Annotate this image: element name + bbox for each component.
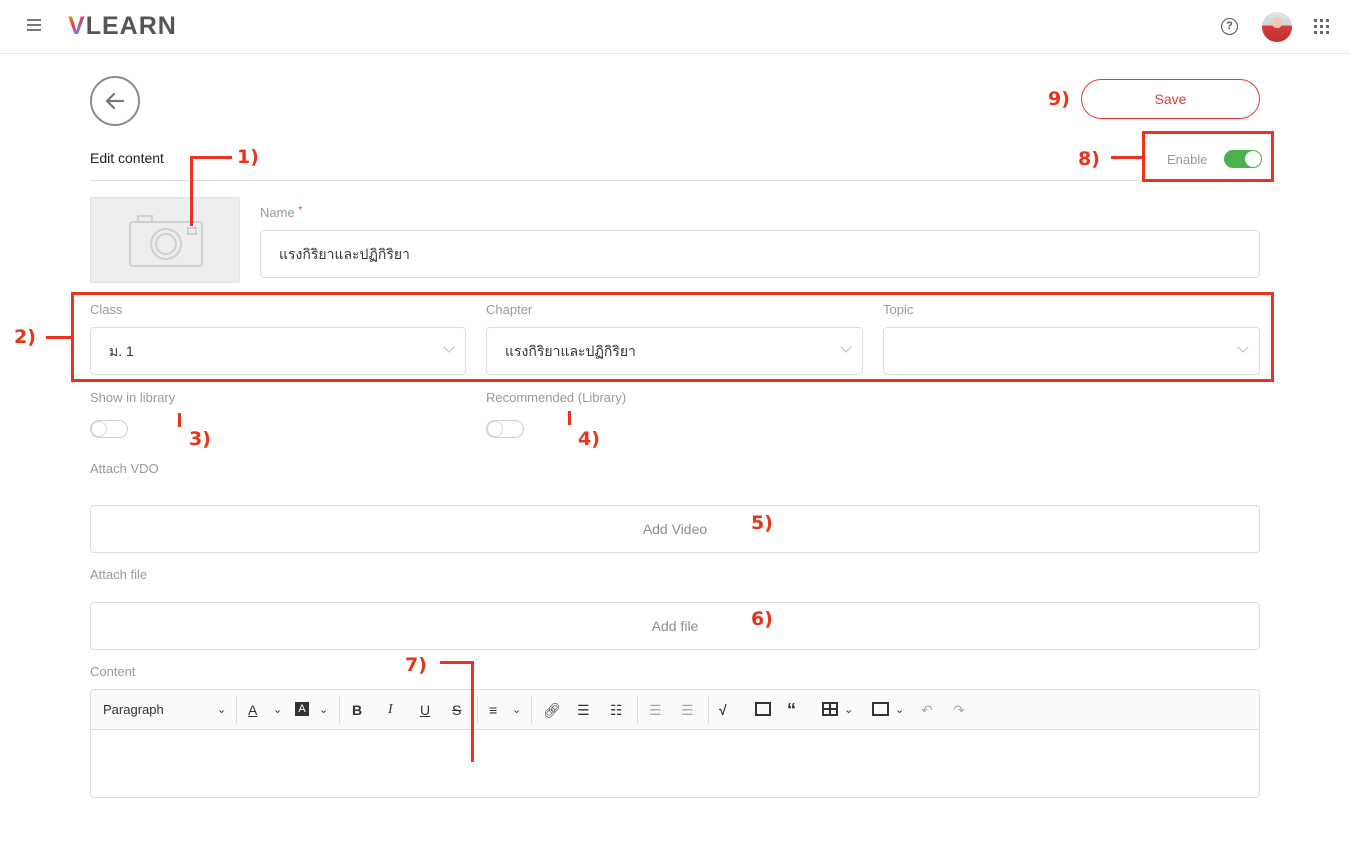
name-input[interactable]: แรงกิริยาและปฏิกิริยา: [260, 230, 1260, 278]
annotation-line: [190, 156, 232, 159]
recommended-toggle[interactable]: [486, 420, 524, 438]
annotation-8: 8): [1078, 148, 1100, 170]
content-label: Content: [90, 664, 136, 679]
page-title: Edit content: [90, 150, 164, 166]
italic-icon[interactable]: I: [388, 699, 393, 721]
annotation-line: [46, 336, 72, 339]
annotation-line: [440, 661, 473, 664]
annotation-5: 5): [751, 512, 773, 534]
annotation-box-8: [1142, 131, 1274, 182]
table-icon[interactable]: [822, 702, 838, 716]
title-divider: [90, 180, 1260, 181]
underline-icon[interactable]: U: [420, 699, 430, 721]
annotation-1: 1): [237, 146, 259, 168]
annotation-line: [568, 411, 571, 425]
annotation-6: 6): [751, 608, 773, 630]
paragraph-dropdown[interactable]: Paragraph: [103, 699, 164, 721]
numbered-list-icon[interactable]: ☷: [610, 699, 623, 721]
annotation-line: [190, 156, 193, 226]
rich-text-editor: Paragraph ⌄ A ⌄ A ⌄ B I U S ≡ ⌄ 🔗︎ ☰ ☷ ☰…: [90, 689, 1260, 798]
help-circle-icon[interactable]: ?: [1221, 18, 1238, 35]
annotation-box-2: [71, 292, 1274, 382]
font-color-icon[interactable]: A: [248, 699, 257, 721]
name-label: Name *: [260, 205, 303, 220]
grid-icon[interactable]: [1314, 19, 1329, 34]
editor-toolbar: Paragraph ⌄ A ⌄ A ⌄ B I U S ≡ ⌄ 🔗︎ ☰ ☷ ☰…: [91, 690, 1259, 730]
media-icon[interactable]: [872, 702, 889, 716]
attach-vdo-label: Attach VDO: [90, 461, 159, 476]
editor-content-area[interactable]: [91, 731, 1259, 797]
math-formula-icon[interactable]: √: [719, 699, 727, 721]
show-in-library-label: Show in library: [90, 390, 176, 405]
chevron-down-icon[interactable]: ⌄: [844, 699, 853, 721]
recommended-label: Recommended (Library): [486, 390, 627, 405]
annotation-7: 7): [405, 654, 427, 676]
annotation-9: 9): [1048, 88, 1070, 110]
annotation-2: 2): [14, 326, 36, 348]
image-icon[interactable]: [755, 702, 771, 716]
chevron-down-icon[interactable]: ⌄: [319, 699, 328, 721]
attach-file-label: Attach file: [90, 567, 148, 582]
show-in-library-toggle[interactable]: [90, 420, 128, 438]
thumbnail-upload[interactable]: [90, 197, 240, 283]
top-bar: VLEARN ?: [0, 0, 1349, 54]
bold-icon[interactable]: B: [352, 699, 362, 721]
chevron-down-icon[interactable]: ⌄: [217, 699, 226, 721]
outdent-icon[interactable]: ☰: [649, 699, 662, 721]
redo-icon[interactable]: ↷: [953, 699, 965, 721]
indent-icon[interactable]: ☰: [681, 699, 694, 721]
annotation-line: [1111, 156, 1143, 159]
strikethrough-icon[interactable]: S: [452, 699, 461, 721]
add-video-button[interactable]: Add Video: [90, 505, 1260, 553]
add-file-button[interactable]: Add file: [90, 602, 1260, 650]
highlight-color-icon[interactable]: A: [295, 702, 309, 716]
save-button[interactable]: Save: [1081, 79, 1260, 119]
bulleted-list-icon[interactable]: ☰: [577, 699, 590, 721]
align-icon[interactable]: ≡: [489, 699, 497, 721]
arrow-left-icon: [105, 92, 125, 110]
chevron-down-icon[interactable]: ⌄: [512, 699, 521, 721]
avatar[interactable]: [1262, 12, 1292, 42]
app-logo[interactable]: VLEARN: [68, 12, 177, 41]
hamburger-icon[interactable]: [27, 19, 41, 31]
annotation-3: 3): [189, 428, 211, 450]
undo-icon[interactable]: ↶: [921, 699, 933, 721]
back-button[interactable]: [90, 76, 140, 126]
chevron-down-icon[interactable]: ⌄: [895, 699, 904, 721]
chevron-down-icon[interactable]: ⌄: [273, 699, 282, 721]
blockquote-icon[interactable]: “: [787, 699, 796, 721]
annotation-line: [178, 413, 181, 427]
link-icon[interactable]: 🔗︎: [543, 699, 561, 721]
annotation-line: [471, 661, 474, 762]
annotation-4: 4): [578, 428, 600, 450]
